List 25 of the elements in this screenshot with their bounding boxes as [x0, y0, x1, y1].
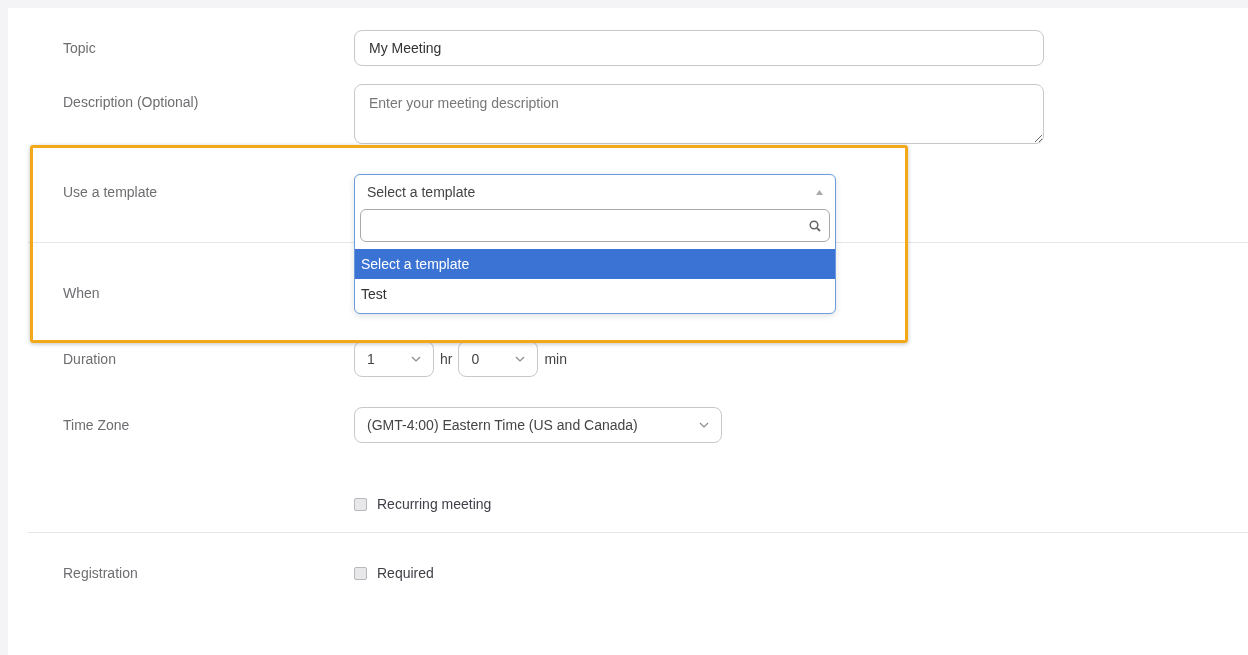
- field-label: Topic: [63, 39, 97, 58]
- dropdown-option[interactable]: Test: [355, 279, 835, 309]
- unit-label: min: [544, 349, 567, 369]
- unit-label: hr: [440, 349, 453, 369]
- template-select[interactable]: Select a template Select a template Test: [354, 174, 836, 314]
- checkbox-label: Required: [377, 563, 434, 583]
- topic-field[interactable]: My Meeting: [354, 30, 1044, 66]
- checkbox-label: Recurring meeting: [377, 495, 492, 514]
- field-label: Description (Optional): [63, 93, 200, 112]
- search-icon: [809, 219, 821, 232]
- description-field[interactable]: Enter your meeting description: [354, 84, 1044, 144]
- field-label: Duration: [63, 350, 117, 369]
- time-zone-select[interactable]: (GMT-4:00) Eastern Time (US and Canada): [354, 407, 722, 443]
- field-label: Use a template: [63, 183, 159, 202]
- chevron-down-icon: [515, 356, 526, 362]
- chevron-down-icon: [411, 356, 421, 362]
- checkbox[interactable]: [354, 498, 367, 511]
- chevron-down-icon: [699, 422, 709, 428]
- field-label: When: [63, 284, 101, 303]
- field-label: Registration: [63, 563, 139, 583]
- dropdown-option[interactable]: Select a template: [355, 249, 835, 279]
- search-field[interactable]: [360, 209, 830, 242]
- field-label: Time Zone: [63, 416, 131, 435]
- select-value: Select a template: [367, 182, 476, 202]
- caret-up-icon: [816, 189, 823, 195]
